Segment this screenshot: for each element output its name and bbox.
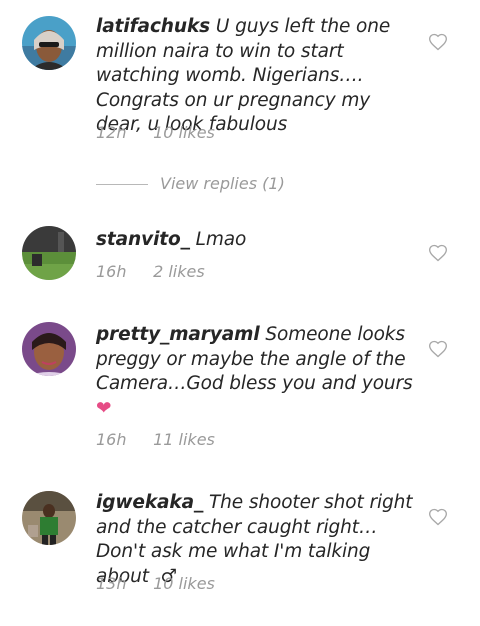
comment-meta: 13h 10 likes: [96, 574, 215, 593]
like-button[interactable]: [428, 507, 448, 527]
avatar[interactable]: [22, 322, 76, 376]
comment-username[interactable]: igwekaka_: [96, 492, 203, 513]
view-replies-label: View replies (1): [160, 174, 285, 193]
comment-time: 12h: [96, 123, 127, 142]
comment-meta: 16h 11 likes: [96, 430, 215, 449]
comment-username[interactable]: latifachuks: [96, 16, 210, 37]
comment-time: 16h: [96, 430, 127, 449]
avatar[interactable]: [22, 491, 76, 545]
comment-meta: 12h 10 likes: [96, 123, 215, 142]
comment-time: 16h: [96, 262, 127, 281]
like-button[interactable]: [428, 339, 448, 359]
comment-likes[interactable]: 11 likes: [153, 430, 215, 449]
like-button[interactable]: [428, 243, 448, 263]
replies-divider: [96, 184, 148, 185]
comment-body: latifachuks U guys left the one million …: [96, 15, 416, 138]
comment-username[interactable]: stanvito_: [96, 229, 190, 250]
comment-text: Lmao: [195, 229, 247, 250]
comment-likes[interactable]: 2 likes: [153, 262, 205, 281]
comment-likes[interactable]: 10 likes: [153, 123, 215, 142]
avatar[interactable]: [22, 16, 76, 70]
comment-meta: 16h 2 likes: [96, 262, 205, 281]
avatar[interactable]: [22, 226, 76, 280]
comment-time: 13h: [96, 574, 127, 593]
like-button[interactable]: [428, 32, 448, 52]
heart-outline-icon: [428, 340, 448, 358]
heart-outline-icon: [428, 508, 448, 526]
comment-username[interactable]: pretty_maryaml: [96, 324, 260, 345]
heart-outline-icon: [428, 244, 448, 262]
heart-emoji: ❤: [96, 397, 112, 419]
heart-outline-icon: [428, 33, 448, 51]
comment-likes[interactable]: 10 likes: [153, 574, 215, 593]
comment-body: pretty_maryaml Someone looks preggy or m…: [96, 323, 416, 421]
comment-body: stanvito_ Lmao: [96, 228, 416, 253]
